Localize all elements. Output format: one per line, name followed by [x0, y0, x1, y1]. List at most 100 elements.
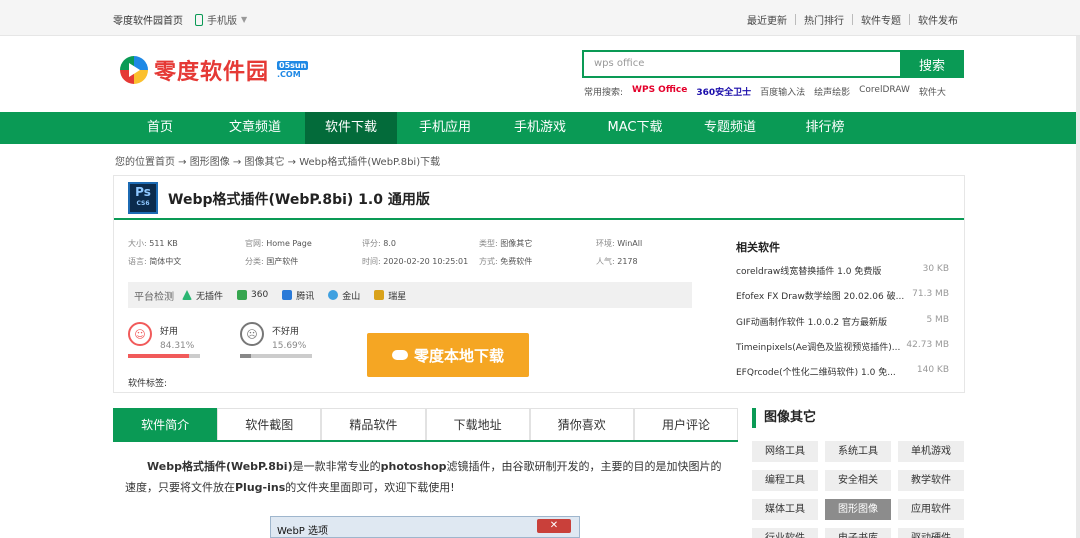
meta-pop: 人气: 2178 [596, 256, 638, 267]
vote-bad-label[interactable]: 不好用 [272, 324, 299, 337]
nav-topics[interactable]: 专题频道 [685, 112, 775, 144]
related-size: 5 MB [926, 315, 949, 325]
detect-item-label: 360 [251, 290, 269, 300]
detect-item-label: 腾讯 [296, 291, 315, 302]
nav-software[interactable]: 软件下载 [305, 112, 397, 144]
hot-link-coreldraw[interactable]: CorelDRAW [859, 85, 910, 98]
meta-key: 时间: [362, 257, 381, 266]
category-item[interactable]: 编程工具 [752, 470, 818, 491]
meta-value: 简体中文 [149, 257, 182, 266]
related-name: coreldraw线宽替换插件 1.0 免费版 [736, 267, 882, 277]
related-item[interactable]: EFQrcode(个性化二维码软件) 1.0 免... 140 KB [736, 365, 949, 378]
meta-key: 方式: [479, 257, 498, 266]
category-item[interactable]: 网络工具 [752, 441, 818, 462]
home-link[interactable]: 零度软件园首页 [113, 12, 183, 27]
detect-item-label: 无插件 [196, 291, 224, 302]
software-panel: Ps CS6 Webp格式插件(WebP.8bi) 1.0 通用版 大小: 51… [113, 175, 965, 393]
hot-link-wps[interactable]: WPS Office [632, 85, 687, 98]
category-item[interactable]: 教学软件 [898, 470, 964, 491]
meta-key: 环境: [596, 239, 615, 248]
detect-label: 平台检测 [134, 291, 174, 303]
category-item[interactable]: 行业软件 [752, 528, 818, 538]
meta-site: 官网: Home Page [245, 238, 312, 249]
nav-ranking[interactable]: 排行榜 [780, 112, 870, 144]
tab-featured[interactable]: 精品软件 [321, 408, 426, 440]
meta-env: 环境: WinAll [596, 238, 642, 249]
publish-link[interactable]: 软件发布 [918, 12, 958, 27]
detect-item: 金山 [328, 289, 360, 302]
logo-domain: 05sun .COM [277, 61, 309, 79]
mobile-link[interactable]: 手机版 ▼ [195, 12, 247, 27]
hot-link-huisheng[interactable]: 绘声绘影 [814, 85, 850, 98]
vote-good-label[interactable]: 好用 [160, 324, 178, 337]
category-item-selected[interactable]: 图形图像 [825, 499, 891, 520]
tab-intro[interactable]: 软件简介 [113, 408, 218, 440]
category-item[interactable]: 单机游戏 [898, 441, 964, 462]
detect-item: 腾讯 [282, 289, 314, 302]
hot-link-360[interactable]: 360安全卫士 [696, 85, 751, 98]
detect-item-label: 瑞星 [388, 291, 407, 302]
no-plugin-icon [182, 290, 192, 300]
related-size: 71.3 MB [912, 289, 949, 299]
nav-mobile-apps[interactable]: 手机应用 [400, 112, 490, 144]
related-name: EFQrcode(个性化二维码软件) 1.0 免... [736, 368, 896, 378]
rising-lion-icon [374, 290, 385, 300]
search-button[interactable]: 搜索 [900, 50, 964, 78]
detail-tabs: 软件简介 软件截图 精品软件 下载地址 猜你喜欢 用户评论 [113, 408, 739, 442]
topic-link[interactable]: 软件专题 [861, 12, 901, 27]
ps-icon-text: Ps [135, 185, 151, 199]
local-download-button[interactable]: 零度本地下载 [367, 333, 529, 377]
top-left-links: 零度软件园首页 手机版 ▼ [113, 12, 247, 27]
category-item[interactable]: 媒体工具 [752, 499, 818, 520]
hot-link-baidu[interactable]: 百度输入法 [760, 85, 805, 98]
detect-item: 瑞星 [374, 289, 406, 302]
logo-badge: 05sun [277, 61, 309, 70]
related-name: Efofex FX Draw数学绘图 20.02.06 破... [736, 292, 905, 302]
top-right-links: 最近更新 热门排行 软件专题 软件发布 [747, 12, 958, 27]
cloud-icon [391, 350, 408, 360]
nav-articles[interactable]: 文章频道 [210, 112, 300, 144]
vote-good-pct: 84.31% [160, 341, 195, 351]
meta-key: 语言: [128, 257, 147, 266]
frown-icon[interactable]: ☹ [240, 322, 264, 346]
ps-icon-sub: CS6 [136, 200, 150, 207]
meta-key: 分类: [245, 257, 264, 266]
meta-value: 511 KB [149, 239, 178, 248]
meta-size: 大小: 511 KB [128, 238, 178, 249]
tab-screenshots[interactable]: 软件截图 [217, 408, 322, 440]
related-item[interactable]: coreldraw线宽替换插件 1.0 免费版 30 KB [736, 264, 949, 277]
tab-recommend[interactable]: 猜你喜欢 [529, 408, 634, 440]
nav-home[interactable]: 首页 [115, 112, 205, 144]
hot-searches: 常用搜索: WPS Office 360安全卫士 百度输入法 绘声绘影 Core… [584, 85, 946, 98]
category-item[interactable]: 应用软件 [898, 499, 964, 520]
smile-icon[interactable]: ☺ [128, 322, 152, 346]
category-item[interactable]: 电子书库 [825, 528, 891, 538]
category-item[interactable]: 系统工具 [825, 441, 891, 462]
meta-value: 8.0 [383, 239, 396, 248]
close-icon: ✕ [537, 519, 571, 533]
meta-value: 2178 [617, 257, 638, 266]
related-size: 30 KB [922, 264, 949, 274]
search-input[interactable]: wps office [582, 50, 902, 78]
desc-bold: photoshop [380, 460, 447, 473]
hot-rank-link[interactable]: 热门排行 [804, 12, 844, 27]
related-name: GIF动画制作软件 1.0.0.2 官方最新版 [736, 318, 888, 328]
tab-download[interactable]: 下载地址 [425, 408, 530, 440]
site-logo[interactable]: 零度软件园 05sun .COM [120, 52, 310, 88]
meta-type: 类型: 图像其它 [479, 238, 532, 249]
hot-link-more[interactable]: 软件大 [919, 85, 946, 98]
nav-mobile-games[interactable]: 手机游戏 [495, 112, 585, 144]
category-item[interactable]: 驱动硬件 [898, 528, 964, 538]
latest-link[interactable]: 最近更新 [747, 12, 787, 27]
scrollbar[interactable] [1076, 36, 1080, 538]
tab-comments[interactable]: 用户评论 [633, 408, 739, 440]
hot-label: 常用搜索: [584, 88, 624, 98]
category-item[interactable]: 安全相关 [825, 470, 891, 491]
related-item[interactable]: GIF动画制作软件 1.0.0.2 官方最新版 5 MB [736, 315, 949, 328]
homepage-link[interactable]: Home Page [266, 239, 312, 248]
desc-bold: Plug-ins [235, 481, 286, 494]
related-item[interactable]: Efofex FX Draw数学绘图 20.02.06 破... 71.3 MB [736, 289, 949, 302]
meta-key: 评分: [362, 239, 381, 248]
related-item[interactable]: Timeinpixels(Ae调色及监视预览插件)... 42.73 MB [736, 340, 949, 353]
nav-mac[interactable]: MAC下载 [590, 112, 680, 144]
